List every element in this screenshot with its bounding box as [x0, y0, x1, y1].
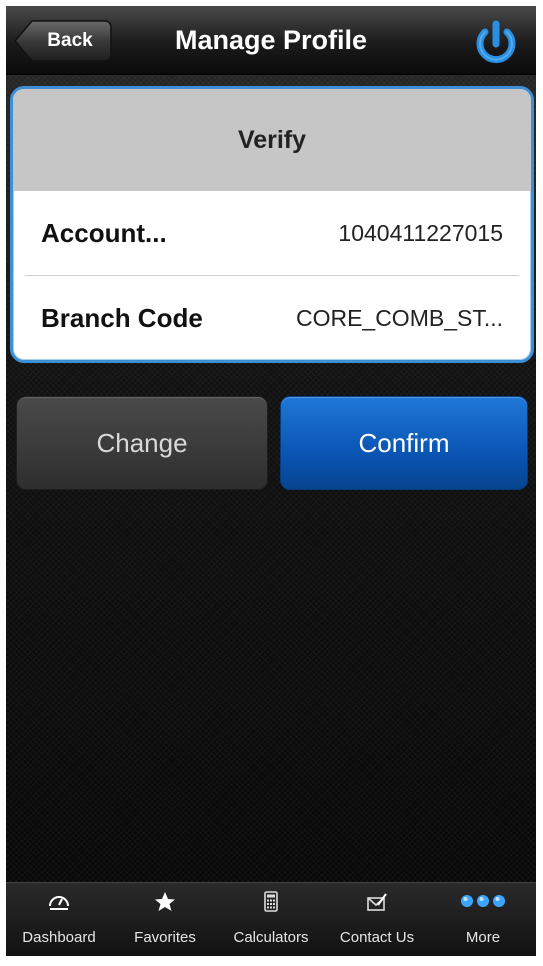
tab-more-label: More: [465, 929, 501, 946]
branch-code-value: CORE_COMB_ST...: [295, 305, 503, 331]
change-button[interactable]: Change: [16, 396, 268, 490]
tab-calculators[interactable]: Calculators: [218, 883, 324, 956]
verify-card: Verify Account... 1040411227015 Branch C…: [10, 86, 534, 363]
tab-favorites-label: Favorites: [134, 929, 196, 946]
tab-favorites[interactable]: Favorites: [112, 883, 218, 956]
back-button[interactable]: Back: [14, 20, 112, 62]
nav-bar: Back Manage Profile: [6, 6, 536, 75]
branch-code-label: Branch Code: [41, 303, 203, 333]
power-icon[interactable]: [468, 16, 524, 72]
verify-header: Verify: [13, 89, 531, 191]
app-screen: Back Manage Profile Verify Account... 10…: [6, 6, 536, 956]
more-icon: [430, 889, 536, 915]
tab-calculators-label: Calculators: [233, 929, 309, 946]
account-row: Account... 1040411227015: [13, 191, 531, 275]
account-value: 1040411227015: [338, 220, 503, 246]
tab-more[interactable]: More: [430, 883, 536, 956]
page-title: Manage Profile: [174, 25, 368, 55]
back-button-label: Back: [47, 30, 93, 51]
account-label: Account...: [41, 218, 167, 248]
confirm-button[interactable]: Confirm: [280, 396, 528, 490]
tab-bar: Dashboard Favorites Calculators Contact …: [6, 882, 536, 956]
star-icon: [112, 889, 218, 915]
tab-dashboard[interactable]: Dashboard: [6, 883, 112, 956]
branch-code-row: Branch Code CORE_COMB_ST...: [13, 276, 531, 360]
tab-contact-us[interactable]: Contact Us: [324, 883, 430, 956]
tab-dashboard-label: Dashboard: [22, 929, 96, 946]
tab-contact-us-label: Contact Us: [339, 929, 415, 946]
calculator-icon: [218, 889, 324, 915]
dashboard-icon: [6, 889, 112, 915]
contact-icon: [324, 889, 430, 915]
